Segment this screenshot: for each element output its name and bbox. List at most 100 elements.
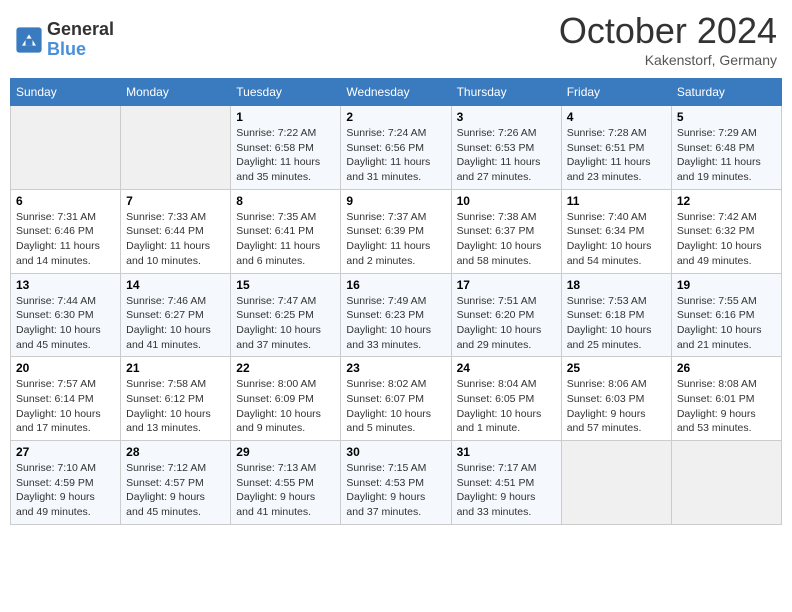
day-number: 26 [677,361,776,375]
calendar-cell: 9 Sunrise: 7:37 AM Sunset: 6:39 PM Daylig… [341,189,451,273]
calendar-cell: 19 Sunrise: 7:55 AM Sunset: 6:16 PM Dayli… [671,273,781,357]
day-number: 15 [236,278,335,292]
day-number: 20 [16,361,115,375]
calendar-week-1: 1Sunrise: 7:22 AM Sunset: 6:58 PM Daylig… [11,106,782,190]
day-header-monday: Monday [121,79,231,106]
day-number: 7 [126,194,225,208]
calendar-cell: 25 Sunrise: 8:06 AM Sunset: 6:03 PM Dayli… [561,357,671,441]
cell-content: Sunrise: 8:06 AM Sunset: 6:03 PM Dayligh… [567,377,666,436]
cell-content: Sunrise: 7:47 AM Sunset: 6:25 PM Dayligh… [236,294,335,353]
calendar-cell: 7 Sunrise: 7:33 AM Sunset: 6:44 PM Daylig… [121,189,231,273]
calendar-cell: 29Sunrise: 7:13 AM Sunset: 4:55 PM Dayli… [231,441,341,525]
calendar-cell: 26 Sunrise: 8:08 AM Sunset: 6:01 PM Dayli… [671,357,781,441]
day-number: 28 [126,445,225,459]
day-header-wednesday: Wednesday [341,79,451,106]
day-number: 13 [16,278,115,292]
cell-content: Sunrise: 7:49 AM Sunset: 6:23 PM Dayligh… [346,294,445,353]
calendar-cell [121,106,231,190]
day-number: 22 [236,361,335,375]
calendar-body: 1Sunrise: 7:22 AM Sunset: 6:58 PM Daylig… [11,106,782,525]
calendar-cell: 5 Sunrise: 7:29 AM Sunset: 6:48 PM Daylig… [671,106,781,190]
day-number: 31 [457,445,556,459]
location: Kakenstorf, Germany [559,52,777,68]
day-number: 2 [346,110,445,124]
cell-content: Sunrise: 7:58 AM Sunset: 6:12 PM Dayligh… [126,377,225,436]
cell-content: Sunrise: 7:40 AM Sunset: 6:34 PM Dayligh… [567,210,666,269]
calendar-cell: 22 Sunrise: 8:00 AM Sunset: 6:09 PM Dayli… [231,357,341,441]
calendar-cell: 3 Sunrise: 7:26 AM Sunset: 6:53 PM Daylig… [451,106,561,190]
cell-content: Sunrise: 7:10 AM Sunset: 4:59 PM Dayligh… [16,461,115,520]
calendar-cell: 4Sunrise: 7:28 AM Sunset: 6:51 PM Daylig… [561,106,671,190]
day-number: 8 [236,194,335,208]
day-number: 3 [457,110,556,124]
cell-content: Sunrise: 8:08 AM Sunset: 6:01 PM Dayligh… [677,377,776,436]
cell-content: Sunrise: 7:37 AM Sunset: 6:39 PM Dayligh… [346,210,445,269]
cell-content: Sunrise: 7:38 AM Sunset: 6:37 PM Dayligh… [457,210,556,269]
calendar-cell: 21 Sunrise: 7:58 AM Sunset: 6:12 PM Dayli… [121,357,231,441]
day-header-thursday: Thursday [451,79,561,106]
calendar-cell: 6Sunrise: 7:31 AM Sunset: 6:46 PM Daylig… [11,189,121,273]
calendar-cell: 30 Sunrise: 7:15 AM Sunset: 4:53 PM Dayli… [341,441,451,525]
calendar-cell: 28 Sunrise: 7:12 AM Sunset: 4:57 PM Dayli… [121,441,231,525]
cell-content: Sunrise: 7:17 AM Sunset: 4:51 PM Dayligh… [457,461,556,520]
day-number: 18 [567,278,666,292]
calendar-cell: 10 Sunrise: 7:38 AM Sunset: 6:37 PM Dayli… [451,189,561,273]
logo-icon [15,26,43,54]
calendar-cell: 18Sunrise: 7:53 AM Sunset: 6:18 PM Dayli… [561,273,671,357]
day-number: 12 [677,194,776,208]
calendar-week-3: 13 Sunrise: 7:44 AM Sunset: 6:30 PM Dayli… [11,273,782,357]
cell-content: Sunrise: 7:12 AM Sunset: 4:57 PM Dayligh… [126,461,225,520]
cell-content: Sunrise: 7:42 AM Sunset: 6:32 PM Dayligh… [677,210,776,269]
calendar-cell: 20 Sunrise: 7:57 AM Sunset: 6:14 PM Dayli… [11,357,121,441]
calendar-cell: 11 Sunrise: 7:40 AM Sunset: 6:34 PM Dayli… [561,189,671,273]
cell-content: Sunrise: 7:44 AM Sunset: 6:30 PM Dayligh… [16,294,115,353]
calendar-cell: 16 Sunrise: 7:49 AM Sunset: 6:23 PM Dayli… [341,273,451,357]
day-number: 14 [126,278,225,292]
day-number: 10 [457,194,556,208]
cell-content: Sunrise: 8:02 AM Sunset: 6:07 PM Dayligh… [346,377,445,436]
calendar-cell: 12 Sunrise: 7:42 AM Sunset: 6:32 PM Dayli… [671,189,781,273]
calendar-week-2: 6Sunrise: 7:31 AM Sunset: 6:46 PM Daylig… [11,189,782,273]
title-block: October 2024 Kakenstorf, Germany [559,10,777,68]
calendar-cell: 8 Sunrise: 7:35 AM Sunset: 6:41 PM Daylig… [231,189,341,273]
page-header: General Blue October 2024 Kakenstorf, Ge… [10,10,782,68]
day-number: 21 [126,361,225,375]
day-number: 30 [346,445,445,459]
day-number: 5 [677,110,776,124]
cell-content: Sunrise: 7:24 AM Sunset: 6:56 PM Dayligh… [346,126,445,185]
calendar-header-row: SundayMondayTuesdayWednesdayThursdayFrid… [11,79,782,106]
cell-content: Sunrise: 7:26 AM Sunset: 6:53 PM Dayligh… [457,126,556,185]
day-number: 11 [567,194,666,208]
logo: General Blue [15,20,114,60]
cell-content: Sunrise: 7:51 AM Sunset: 6:20 PM Dayligh… [457,294,556,353]
day-header-saturday: Saturday [671,79,781,106]
calendar-cell: 15 Sunrise: 7:47 AM Sunset: 6:25 PM Dayli… [231,273,341,357]
calendar-cell [671,441,781,525]
cell-content: Sunrise: 7:22 AM Sunset: 6:58 PM Dayligh… [236,126,335,185]
cell-content: Sunrise: 7:33 AM Sunset: 6:44 PM Dayligh… [126,210,225,269]
cell-content: Sunrise: 7:55 AM Sunset: 6:16 PM Dayligh… [677,294,776,353]
logo-general: General [47,20,114,40]
calendar-cell: 14 Sunrise: 7:46 AM Sunset: 6:27 PM Dayli… [121,273,231,357]
day-number: 25 [567,361,666,375]
month-title: October 2024 [559,10,777,52]
cell-content: Sunrise: 8:00 AM Sunset: 6:09 PM Dayligh… [236,377,335,436]
calendar-cell: 23Sunrise: 8:02 AM Sunset: 6:07 PM Dayli… [341,357,451,441]
cell-content: Sunrise: 7:35 AM Sunset: 6:41 PM Dayligh… [236,210,335,269]
day-number: 16 [346,278,445,292]
cell-content: Sunrise: 8:04 AM Sunset: 6:05 PM Dayligh… [457,377,556,436]
cell-content: Sunrise: 7:28 AM Sunset: 6:51 PM Dayligh… [567,126,666,185]
day-header-sunday: Sunday [11,79,121,106]
day-number: 19 [677,278,776,292]
cell-content: Sunrise: 7:46 AM Sunset: 6:27 PM Dayligh… [126,294,225,353]
cell-content: Sunrise: 7:15 AM Sunset: 4:53 PM Dayligh… [346,461,445,520]
calendar-cell [11,106,121,190]
calendar-cell [561,441,671,525]
cell-content: Sunrise: 7:57 AM Sunset: 6:14 PM Dayligh… [16,377,115,436]
calendar-cell: 31 Sunrise: 7:17 AM Sunset: 4:51 PM Dayli… [451,441,561,525]
day-header-friday: Friday [561,79,671,106]
day-number: 9 [346,194,445,208]
calendar-week-4: 20 Sunrise: 7:57 AM Sunset: 6:14 PM Dayli… [11,357,782,441]
calendar-cell: 24Sunrise: 8:04 AM Sunset: 6:05 PM Dayli… [451,357,561,441]
cell-content: Sunrise: 7:29 AM Sunset: 6:48 PM Dayligh… [677,126,776,185]
